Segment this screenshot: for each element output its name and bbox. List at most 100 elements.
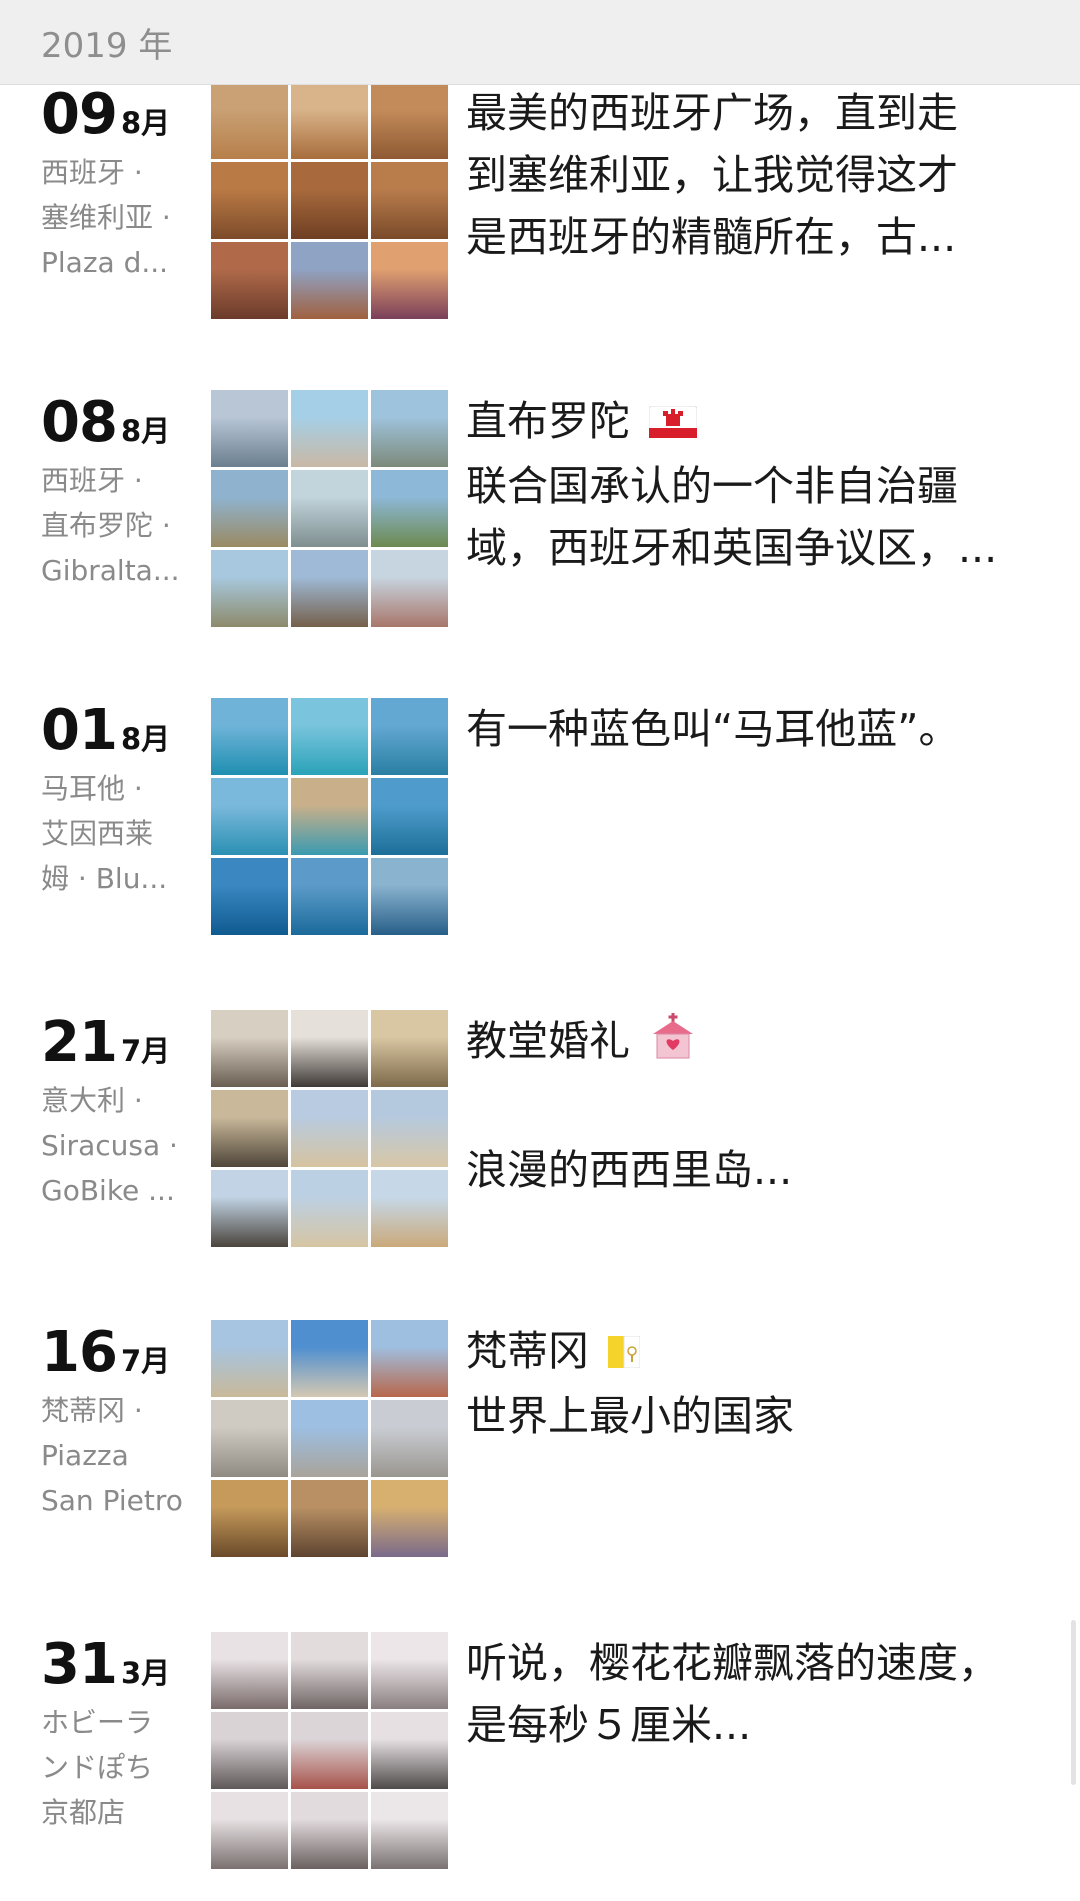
photo-thumbnail[interactable] — [291, 1792, 368, 1869]
location-line: 西班牙 · — [41, 464, 143, 497]
caption-line: 梵蒂冈 — [466, 1327, 589, 1375]
photo-thumbnail[interactable] — [211, 242, 288, 319]
photo-thumbnail[interactable] — [291, 698, 368, 775]
feed-entry[interactable]: 08 8月 西班牙 · 直布罗陀 · Gibralta... 直布罗陀 联合国承… — [0, 390, 1080, 630]
photo-thumbnail[interactable] — [291, 1400, 368, 1477]
photo-thumbnail[interactable] — [291, 1170, 368, 1247]
photo-thumbnail[interactable] — [371, 1320, 448, 1397]
feed-entry[interactable]: 09 8月 西班牙 · 塞维利亚 · Plaza d... 最美的西班牙广场，直到… — [0, 82, 1080, 322]
photo-thumbnail[interactable] — [371, 1632, 448, 1709]
photo-thumbnail[interactable] — [291, 858, 368, 935]
location-line: 京都店 — [41, 1796, 126, 1829]
photo-thumbnail[interactable] — [371, 1712, 448, 1789]
photo-grid[interactable] — [211, 1320, 448, 1557]
photo-thumbnail[interactable] — [211, 1480, 288, 1557]
photo-thumbnail[interactable] — [211, 1632, 288, 1709]
photo-thumbnail[interactable] — [371, 698, 448, 775]
photo-thumbnail[interactable] — [371, 550, 448, 627]
photo-thumbnail[interactable] — [211, 1170, 288, 1247]
feed-entry[interactable]: 31 3月 ホビーラ ンドぽち 京都店 听说，樱花花瓣飘落的速度， 是每秒５厘米.… — [0, 1632, 1080, 1872]
entry-day: 31 — [41, 1632, 118, 1697]
photo-thumbnail[interactable] — [291, 390, 368, 467]
caption-line: 有一种蓝色叫“马耳他蓝”。 — [466, 705, 960, 753]
photo-grid[interactable] — [211, 82, 448, 319]
feed-entry[interactable]: 21 7月 意大利 · Siracusa · GoBike ... 教堂婚礼 浪… — [0, 1010, 1080, 1250]
photo-thumbnail[interactable] — [291, 470, 368, 547]
photo-thumbnail[interactable] — [371, 1010, 448, 1087]
entry-date: 01 8月 — [41, 698, 170, 763]
photo-grid[interactable] — [211, 698, 448, 935]
photo-thumbnail[interactable] — [211, 390, 288, 467]
caption-line: 域，西班牙和英国争议区，... — [466, 524, 998, 572]
entry-date: 31 3月 — [41, 1632, 170, 1697]
entry-caption[interactable]: 梵蒂冈 世界上最小的国家 — [466, 1320, 1026, 1447]
entry-day: 09 — [41, 82, 118, 147]
photo-thumbnail[interactable] — [291, 1632, 368, 1709]
entry-caption[interactable]: 最美的西班牙广场，直到走 到塞维利亚，让我觉得这才 是西班牙的精髓所在，古... — [466, 82, 1026, 268]
entry-day: 21 — [41, 1010, 118, 1075]
year-label: 2019 年 — [41, 26, 173, 66]
photo-thumbnail[interactable] — [211, 1090, 288, 1167]
photo-thumbnail[interactable] — [291, 778, 368, 855]
entry-date: 16 7月 — [41, 1320, 170, 1385]
photo-thumbnail[interactable] — [371, 858, 448, 935]
feed-entry[interactable]: 16 7月 梵蒂冈 · Piazza San Pietro 梵蒂冈 世界上最小的… — [0, 1320, 1080, 1560]
photo-thumbnail[interactable] — [371, 242, 448, 319]
photo-thumbnail[interactable] — [371, 82, 448, 159]
photo-thumbnail[interactable] — [291, 162, 368, 239]
photo-thumbnail[interactable] — [371, 1480, 448, 1557]
photo-thumbnail[interactable] — [211, 82, 288, 159]
photo-thumbnail[interactable] — [291, 242, 368, 319]
entry-month: 7月 — [120, 1344, 171, 1378]
photo-thumbnail[interactable] — [371, 470, 448, 547]
photo-thumbnail[interactable] — [211, 778, 288, 855]
photo-thumbnail[interactable] — [211, 1010, 288, 1087]
photo-grid[interactable] — [211, 390, 448, 627]
photo-thumbnail[interactable] — [211, 1792, 288, 1869]
caption-line: 最美的西班牙广场，直到走 — [466, 89, 958, 137]
entry-day: 08 — [41, 390, 118, 455]
photo-thumbnail[interactable] — [211, 162, 288, 239]
photo-grid[interactable] — [211, 1010, 448, 1247]
location-line: ホビーラ — [41, 1706, 154, 1739]
photo-thumbnail[interactable] — [291, 1090, 368, 1167]
location-line: 意大利 · — [41, 1084, 143, 1117]
entry-month: 8月 — [120, 414, 171, 448]
entry-date: 21 7月 — [41, 1010, 170, 1075]
entry-caption[interactable]: 有一种蓝色叫“马耳他蓝”。 — [466, 698, 1026, 760]
caption-line: 到塞维利亚，让我觉得这才 — [466, 151, 958, 199]
entry-caption[interactable]: 教堂婚礼 浪漫的西西里岛... — [466, 1010, 1026, 1201]
scrollbar[interactable] — [1071, 1620, 1076, 1785]
photo-thumbnail[interactable] — [291, 1320, 368, 1397]
photo-grid[interactable] — [211, 1632, 448, 1869]
entry-caption[interactable]: 直布罗陀 联合国承认的一个非自治疆 域，西班牙和英国争议区，... — [466, 390, 1026, 579]
photo-thumbnail[interactable] — [291, 1712, 368, 1789]
photo-thumbnail[interactable] — [371, 1792, 448, 1869]
photo-thumbnail[interactable] — [211, 698, 288, 775]
photo-thumbnail[interactable] — [291, 1010, 368, 1087]
photo-thumbnail[interactable] — [371, 390, 448, 467]
photo-thumbnail[interactable] — [211, 470, 288, 547]
year-section-header: 2019 年 — [0, 0, 1080, 85]
photo-thumbnail[interactable] — [291, 550, 368, 627]
photo-thumbnail[interactable] — [211, 1400, 288, 1477]
photo-thumbnail[interactable] — [371, 162, 448, 239]
location-line: 直布罗陀 · — [41, 509, 171, 542]
photo-thumbnail[interactable] — [291, 1480, 368, 1557]
wedding-chapel-icon — [649, 1012, 697, 1077]
photo-thumbnail[interactable] — [291, 82, 368, 159]
photo-thumbnail[interactable] — [211, 1712, 288, 1789]
entry-caption[interactable]: 听说，樱花花瓣飘落的速度， 是每秒５厘米... — [466, 1632, 1026, 1756]
caption-line: 听说，樱花花瓣飘落的速度， — [466, 1639, 999, 1687]
location-line: Plaza d... — [41, 246, 169, 279]
photo-thumbnail[interactable] — [371, 778, 448, 855]
photo-thumbnail[interactable] — [371, 1090, 448, 1167]
caption-line: 是每秒５厘米... — [466, 1701, 752, 1749]
photo-thumbnail[interactable] — [371, 1400, 448, 1477]
entry-location: 马耳他 · 艾因西莱 姆 · Blu... — [41, 766, 191, 901]
photo-thumbnail[interactable] — [371, 1170, 448, 1247]
photo-thumbnail[interactable] — [211, 858, 288, 935]
photo-thumbnail[interactable] — [211, 550, 288, 627]
feed-entry[interactable]: 01 8月 马耳他 · 艾因西莱 姆 · Blu... 有一种蓝色叫“马耳他蓝”。 — [0, 698, 1080, 938]
photo-thumbnail[interactable] — [211, 1320, 288, 1397]
